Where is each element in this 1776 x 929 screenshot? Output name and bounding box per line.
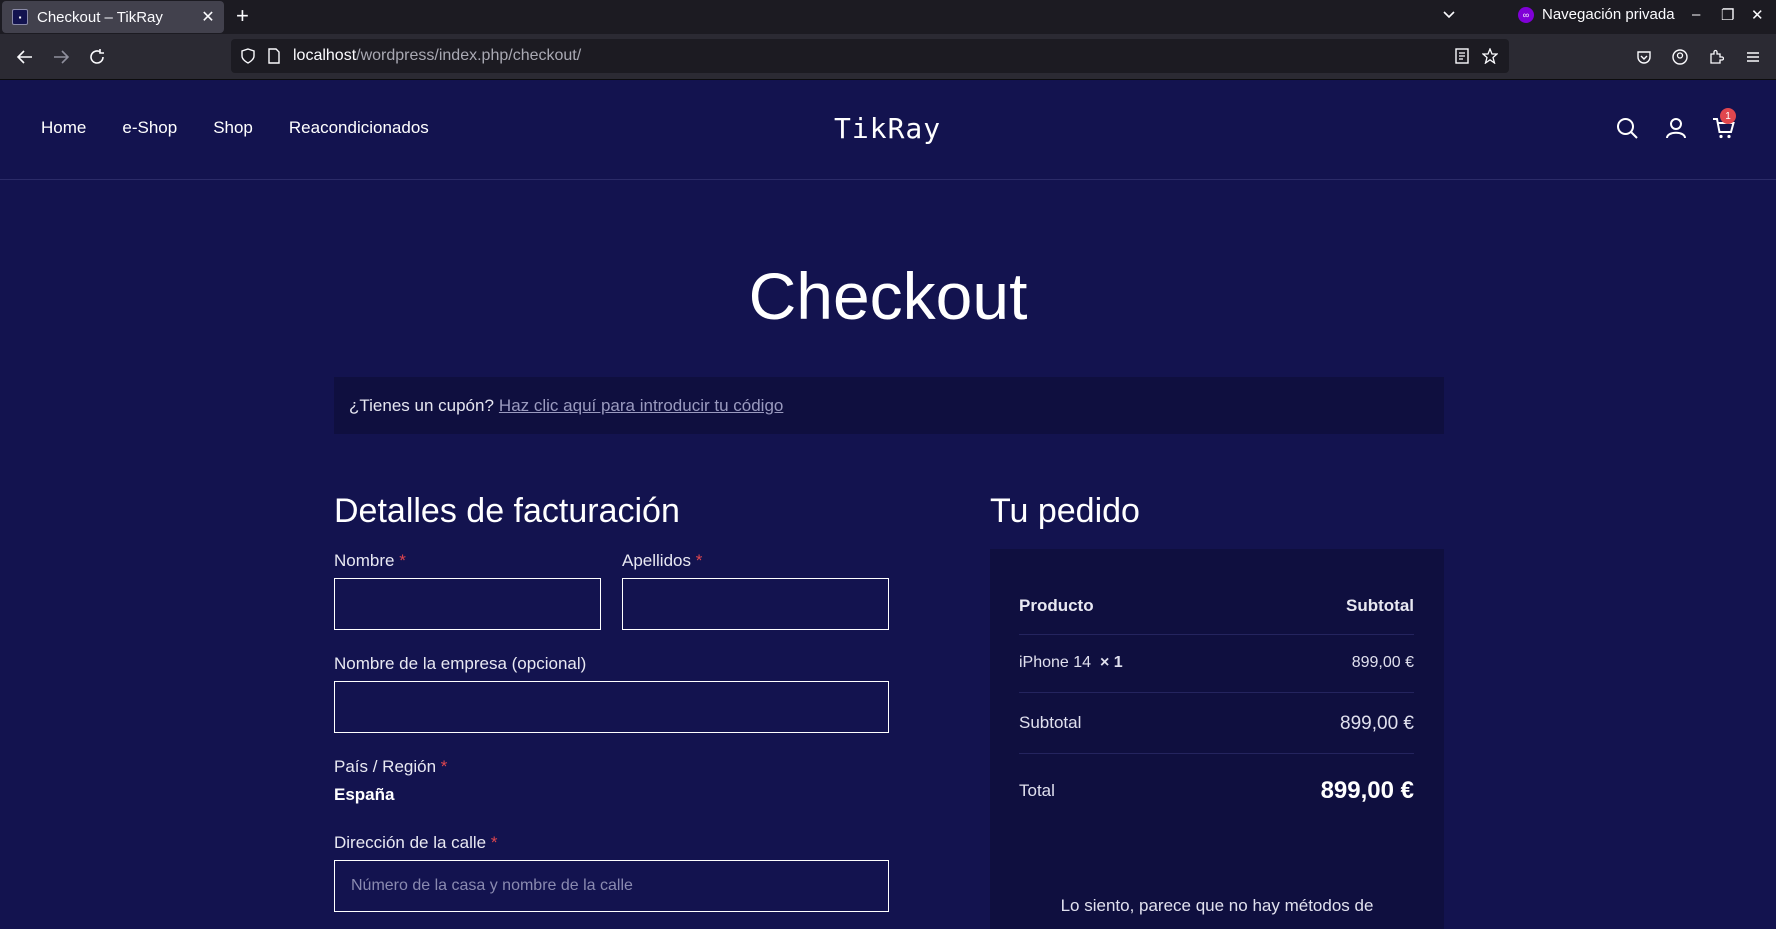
site-header: Home e-Shop Shop Reacondicionados TikRay… — [0, 80, 1776, 180]
coupon-question: ¿Tienes un cupón? — [349, 395, 494, 415]
tab-title: Checkout – TikRay — [37, 8, 163, 26]
menu-item-home[interactable]: Home — [41, 118, 86, 138]
first-name-field[interactable] — [334, 578, 601, 630]
coupon-link[interactable]: Haz clic aquí para introducir tu código — [499, 396, 783, 416]
url-text[interactable]: localhost/wordpress/index.php/checkout/ — [293, 47, 581, 65]
first-name-label: Nombre * — [334, 551, 406, 570]
site-favicon-icon: ▪ — [12, 9, 28, 25]
total-value: 899,00 € — [1320, 777, 1414, 804]
close-window-icon[interactable]: ✕ — [1751, 6, 1764, 24]
order-summary-panel: Producto Subtotal iPhone 14 × 1 899,00 €… — [990, 549, 1444, 929]
url-bar[interactable]: localhost/wordpress/index.php/checkout/ — [231, 39, 1509, 73]
private-label: Navegación privada — [1542, 6, 1675, 23]
private-browsing-indicator: ∞ Navegación privada — [1518, 6, 1675, 23]
item-price: 899,00 € — [1351, 654, 1414, 671]
shield-icon[interactable] — [239, 47, 257, 65]
order-table-header: Producto Subtotal — [1019, 596, 1414, 616]
close-tab-icon[interactable]: ✕ — [196, 7, 220, 27]
country-value: España — [334, 785, 395, 804]
browser-tab[interactable]: ▪ Checkout – TikRay ✕ — [2, 1, 224, 33]
coupon-notice: ¿Tienes un cupón? Haz clic aquí para int… — [334, 377, 1444, 434]
item-qty: × 1 — [1099, 654, 1123, 671]
menu-item-reacondicionados[interactable]: Reacondicionados — [289, 118, 429, 138]
company-label: Nombre de la empresa (opcional) — [334, 654, 587, 673]
reload-icon[interactable] — [83, 43, 111, 71]
total-row: Total 899,00 € — [1019, 777, 1414, 805]
order-heading: Tu pedido — [990, 492, 1140, 530]
menu-item-e-shop[interactable]: e-Shop — [122, 118, 177, 138]
reader-view-icon[interactable] — [1453, 47, 1471, 65]
page-title: Checkout — [748, 259, 1028, 333]
country-label: País / Región * — [334, 757, 448, 776]
primary-menu: Home e-Shop Shop Reacondicionados — [41, 118, 465, 138]
menu-icon[interactable] — [1739, 43, 1767, 71]
no-payment-methods-notice: Lo siento, parece que no hay métodos de — [1060, 896, 1374, 915]
col-product: Producto — [1019, 596, 1094, 615]
chevron-down-icon[interactable] — [1442, 8, 1456, 22]
extensions-icon[interactable] — [1702, 43, 1730, 71]
divider — [1019, 634, 1414, 635]
subtotal-label: Subtotal — [1019, 713, 1082, 732]
last-name-field[interactable] — [622, 578, 889, 630]
street-placeholder: Número de la casa y nombre de la calle — [351, 877, 633, 894]
menu-item-shop[interactable]: Shop — [213, 118, 253, 138]
site-logo[interactable]: TikRay — [834, 112, 941, 145]
pocket-icon[interactable] — [1630, 43, 1658, 71]
total-label: Total — [1019, 781, 1055, 800]
company-field[interactable] — [334, 681, 889, 733]
new-tab-button[interactable]: + — [236, 4, 249, 28]
divider — [1019, 692, 1414, 693]
browser-nav-bar: localhost/wordpress/index.php/checkout/ — [0, 34, 1776, 80]
search-icon[interactable] — [1615, 116, 1639, 140]
billing-heading: Detalles de facturación — [334, 492, 680, 530]
street-label: Dirección de la calle * — [334, 833, 498, 852]
forward-icon[interactable] — [47, 43, 75, 71]
restore-icon[interactable]: ❐ — [1721, 6, 1734, 24]
page-icon[interactable] — [265, 47, 283, 65]
account-icon[interactable] — [1666, 43, 1694, 71]
minimize-icon[interactable]: – — [1692, 6, 1700, 23]
last-name-label: Apellidos * — [622, 551, 703, 570]
divider — [1019, 753, 1414, 754]
bookmark-star-icon[interactable] — [1481, 47, 1499, 65]
cart-count-badge: 1 — [1720, 108, 1736, 124]
col-subtotal: Subtotal — [1346, 596, 1414, 615]
back-icon[interactable] — [11, 43, 39, 71]
browser-tab-bar: ▪ Checkout – TikRay ✕ + ∞ Navegación pri… — [0, 0, 1776, 34]
street-address-field[interactable]: Número de la casa y nombre de la calle — [334, 860, 889, 912]
private-mask-icon: ∞ — [1518, 6, 1534, 23]
user-account-icon[interactable] — [1664, 116, 1688, 140]
subtotal-value: 899,00 € — [1340, 713, 1414, 734]
item-name: iPhone 14 — [1019, 654, 1092, 671]
subtotal-row: Subtotal 899,00 € — [1019, 713, 1414, 735]
order-item-row: iPhone 14 × 1 899,00 € — [1019, 654, 1414, 672]
